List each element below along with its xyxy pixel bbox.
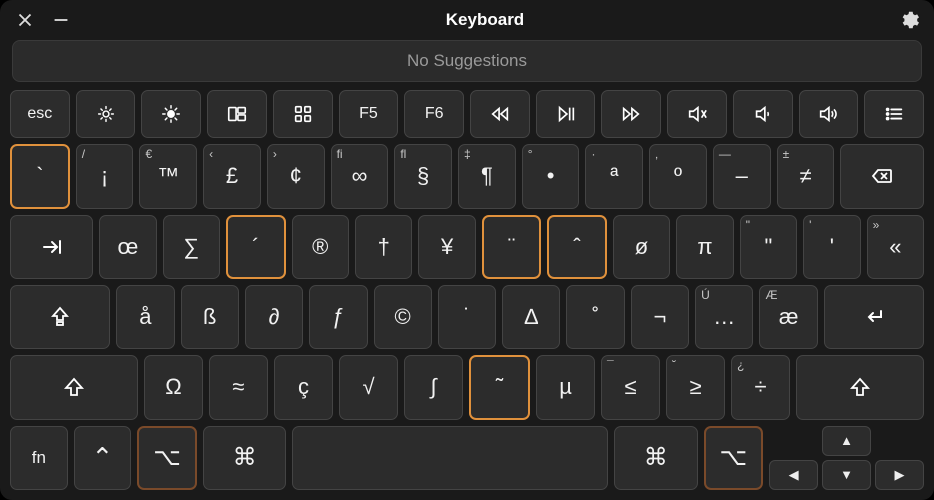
key-o[interactable]: ø — [613, 215, 670, 279]
key-u[interactable]: ¨ — [482, 215, 541, 279]
key-g[interactable]: © — [374, 285, 432, 349]
key-t[interactable]: † — [355, 215, 412, 279]
key-volume-up[interactable] — [799, 90, 859, 138]
key-5[interactable]: fi∞ — [331, 144, 389, 208]
key-e[interactable]: ´ — [226, 215, 285, 279]
key-arrow-up[interactable]: ▲ — [822, 426, 871, 456]
key-a[interactable]: å — [116, 285, 174, 349]
key-1[interactable]: /¡ — [76, 144, 134, 208]
key-j[interactable]: ∆ — [502, 285, 560, 349]
key-h[interactable]: ˙ — [438, 285, 496, 349]
key-mission-control[interactable] — [207, 90, 267, 138]
key-equals[interactable]: ±≠ — [777, 144, 835, 208]
key-mute[interactable] — [667, 90, 727, 138]
key-9[interactable]: ·ª — [585, 144, 643, 208]
key-p[interactable]: π — [676, 215, 733, 279]
key-slash[interactable]: ¿÷ — [731, 355, 790, 419]
key-fast-forward[interactable] — [601, 90, 661, 138]
key-bracket-right[interactable]: '' — [803, 215, 860, 279]
key-4[interactable]: ›¢ — [267, 144, 325, 208]
key-c[interactable]: ç — [274, 355, 333, 419]
key-backslash[interactable]: »« — [867, 215, 924, 279]
key-rewind[interactable] — [470, 90, 530, 138]
gear-icon[interactable] — [898, 9, 920, 31]
minimize-icon[interactable] — [50, 9, 72, 31]
key-command-right[interactable]: ⌘ — [614, 426, 697, 490]
key-comma[interactable]: ¯≤ — [601, 355, 660, 419]
key-q[interactable]: œ — [99, 215, 156, 279]
keyboard-grid: esc F5 F6 — [10, 90, 924, 490]
row-1: ` /¡ €™ ‹£ ›¢ fi∞ fl§ ‡¶ °• ·ª ‚º —– ±≠ — [10, 144, 924, 208]
key-return[interactable] — [824, 285, 924, 349]
row-5: fn ⌃ ⌥ ⌘ ⌘ ⌥ ▲ ◀ ▼ ▶ — [10, 426, 924, 490]
key-list-icon[interactable] — [864, 90, 924, 138]
key-f[interactable]: ƒ — [309, 285, 367, 349]
key-volume-down[interactable] — [733, 90, 793, 138]
key-i[interactable]: ˆ — [547, 215, 606, 279]
key-x[interactable]: ≈ — [209, 355, 268, 419]
key-arrow-down[interactable]: ▼ — [822, 460, 871, 490]
key-option-left[interactable]: ⌥ — [137, 426, 197, 490]
key-brightness-down[interactable] — [76, 90, 136, 138]
key-arrow-right[interactable]: ▶ — [875, 460, 924, 490]
fn-row: esc F5 F6 — [10, 90, 924, 138]
key-l[interactable]: ¬ — [631, 285, 689, 349]
key-m[interactable]: µ — [536, 355, 595, 419]
key-n[interactable]: ˜ — [469, 355, 530, 419]
key-f5[interactable]: F5 — [339, 90, 399, 138]
key-d[interactable]: ∂ — [245, 285, 303, 349]
key-delete[interactable] — [840, 144, 924, 208]
key-b[interactable]: ∫ — [404, 355, 463, 419]
key-space[interactable] — [292, 426, 608, 490]
key-r[interactable]: ® — [292, 215, 349, 279]
key-control[interactable]: ⌃ — [74, 426, 132, 490]
key-command-left[interactable]: ⌘ — [203, 426, 286, 490]
row-4: Ω ≈ ç √ ∫ ˜ µ ¯≤ ˘≥ ¿÷ — [10, 355, 924, 419]
suggestions-text: No Suggestions — [407, 51, 527, 71]
key-tab[interactable] — [10, 215, 93, 279]
key-shift-left[interactable] — [10, 355, 138, 419]
window-title: Keyboard — [446, 10, 524, 30]
suggestions-bar: No Suggestions — [12, 40, 922, 82]
row-2: œ ∑ ´ ® † ¥ ¨ ˆ ø π "" '' »« — [10, 215, 924, 279]
key-7[interactable]: ‡¶ — [458, 144, 516, 208]
arrow-cluster: ▲ ◀ ▼ ▶ — [769, 426, 924, 490]
key-brightness-up[interactable] — [141, 90, 201, 138]
key-w[interactable]: ∑ — [163, 215, 220, 279]
key-y[interactable]: ¥ — [418, 215, 475, 279]
titlebar: Keyboard — [10, 8, 924, 36]
row-3: å ß ∂ ƒ © ˙ ∆ ˚ ¬ Ú… Ææ — [10, 285, 924, 349]
key-6[interactable]: fl§ — [394, 144, 452, 208]
key-8[interactable]: °• — [522, 144, 580, 208]
key-s[interactable]: ß — [181, 285, 239, 349]
key-launchpad[interactable] — [273, 90, 333, 138]
key-3[interactable]: ‹£ — [203, 144, 261, 208]
key-period[interactable]: ˘≥ — [666, 355, 725, 419]
key-shift-right[interactable] — [796, 355, 924, 419]
key-esc[interactable]: esc — [10, 90, 70, 138]
key-bracket-left[interactable]: "" — [740, 215, 797, 279]
key-minus[interactable]: —– — [713, 144, 771, 208]
key-z[interactable]: Ω — [144, 355, 203, 419]
key-semicolon[interactable]: Ú… — [695, 285, 753, 349]
key-0[interactable]: ‚º — [649, 144, 707, 208]
close-icon[interactable] — [14, 9, 36, 31]
key-play-pause[interactable] — [536, 90, 596, 138]
key-option-right[interactable]: ⌥ — [704, 426, 764, 490]
key-2[interactable]: €™ — [139, 144, 197, 208]
key-f6[interactable]: F6 — [404, 90, 464, 138]
key-caps-lock[interactable] — [10, 285, 110, 349]
key-v[interactable]: √ — [339, 355, 398, 419]
key-fn[interactable]: fn — [10, 426, 68, 490]
key-backtick[interactable]: ` — [10, 144, 70, 208]
key-k[interactable]: ˚ — [566, 285, 624, 349]
key-quote[interactable]: Ææ — [759, 285, 817, 349]
keyboard-viewer-window: Keyboard No Suggestions esc F5 F6 — [0, 0, 934, 500]
key-arrow-left[interactable]: ◀ — [769, 460, 818, 490]
